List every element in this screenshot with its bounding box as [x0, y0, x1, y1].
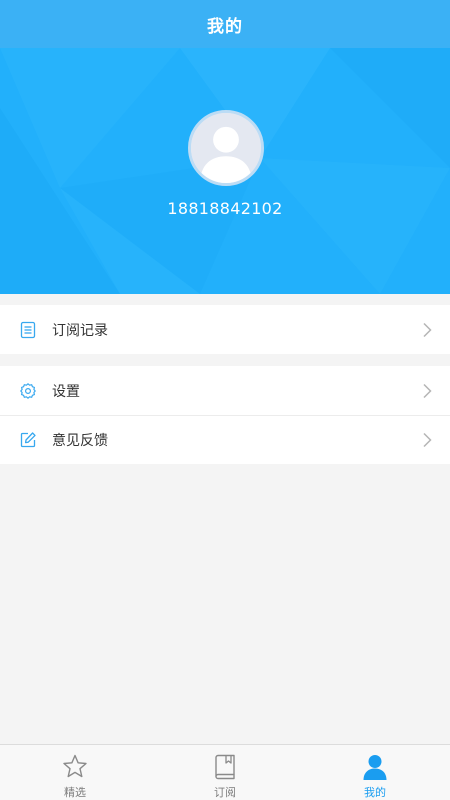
- page-title: 我的: [207, 16, 243, 37]
- menu-item-settings[interactable]: 设置: [0, 366, 450, 415]
- tab-label: 精选: [64, 786, 86, 799]
- menu-item-label: 订阅记录: [52, 322, 108, 339]
- menu-item-label: 意见反馈: [52, 433, 108, 449]
- bottom-tab-bar: 精选 订阅 我的: [0, 744, 450, 800]
- chevron-right-icon: [422, 322, 432, 338]
- tab-mine[interactable]: 我的: [300, 745, 450, 800]
- menu-item-feedback[interactable]: 意见反馈: [0, 415, 450, 464]
- tab-label: 订阅: [214, 786, 236, 799]
- person-icon: [362, 753, 388, 781]
- avatar[interactable]: [188, 110, 264, 186]
- menu-item-label: 设置: [52, 383, 80, 400]
- star-icon: [62, 753, 88, 781]
- book-icon: [212, 753, 238, 781]
- user-phone-number: 18818842102: [167, 199, 283, 218]
- chevron-right-icon: [422, 383, 432, 399]
- list-document-icon: [19, 321, 37, 339]
- menu-group-subscriptions: 订阅记录: [0, 305, 450, 354]
- top-navbar: 我的: [0, 0, 450, 48]
- tab-subscriptions[interactable]: 订阅: [150, 745, 300, 800]
- menu-group-settings: 设置 意见反馈: [0, 366, 450, 464]
- profile-header: 18818842102: [0, 48, 450, 294]
- app-root: 我的 18818842102 订阅记录 设置 意见反馈 精选 订阅 我的: [0, 0, 450, 800]
- tab-label: 我的: [364, 786, 386, 799]
- menu-item-subscription-records[interactable]: 订阅记录: [0, 305, 450, 354]
- gear-icon: [19, 382, 37, 400]
- default-avatar-icon: [191, 113, 261, 183]
- tab-featured[interactable]: 精选: [0, 745, 150, 800]
- chevron-right-icon: [422, 432, 432, 448]
- edit-icon: [19, 431, 37, 449]
